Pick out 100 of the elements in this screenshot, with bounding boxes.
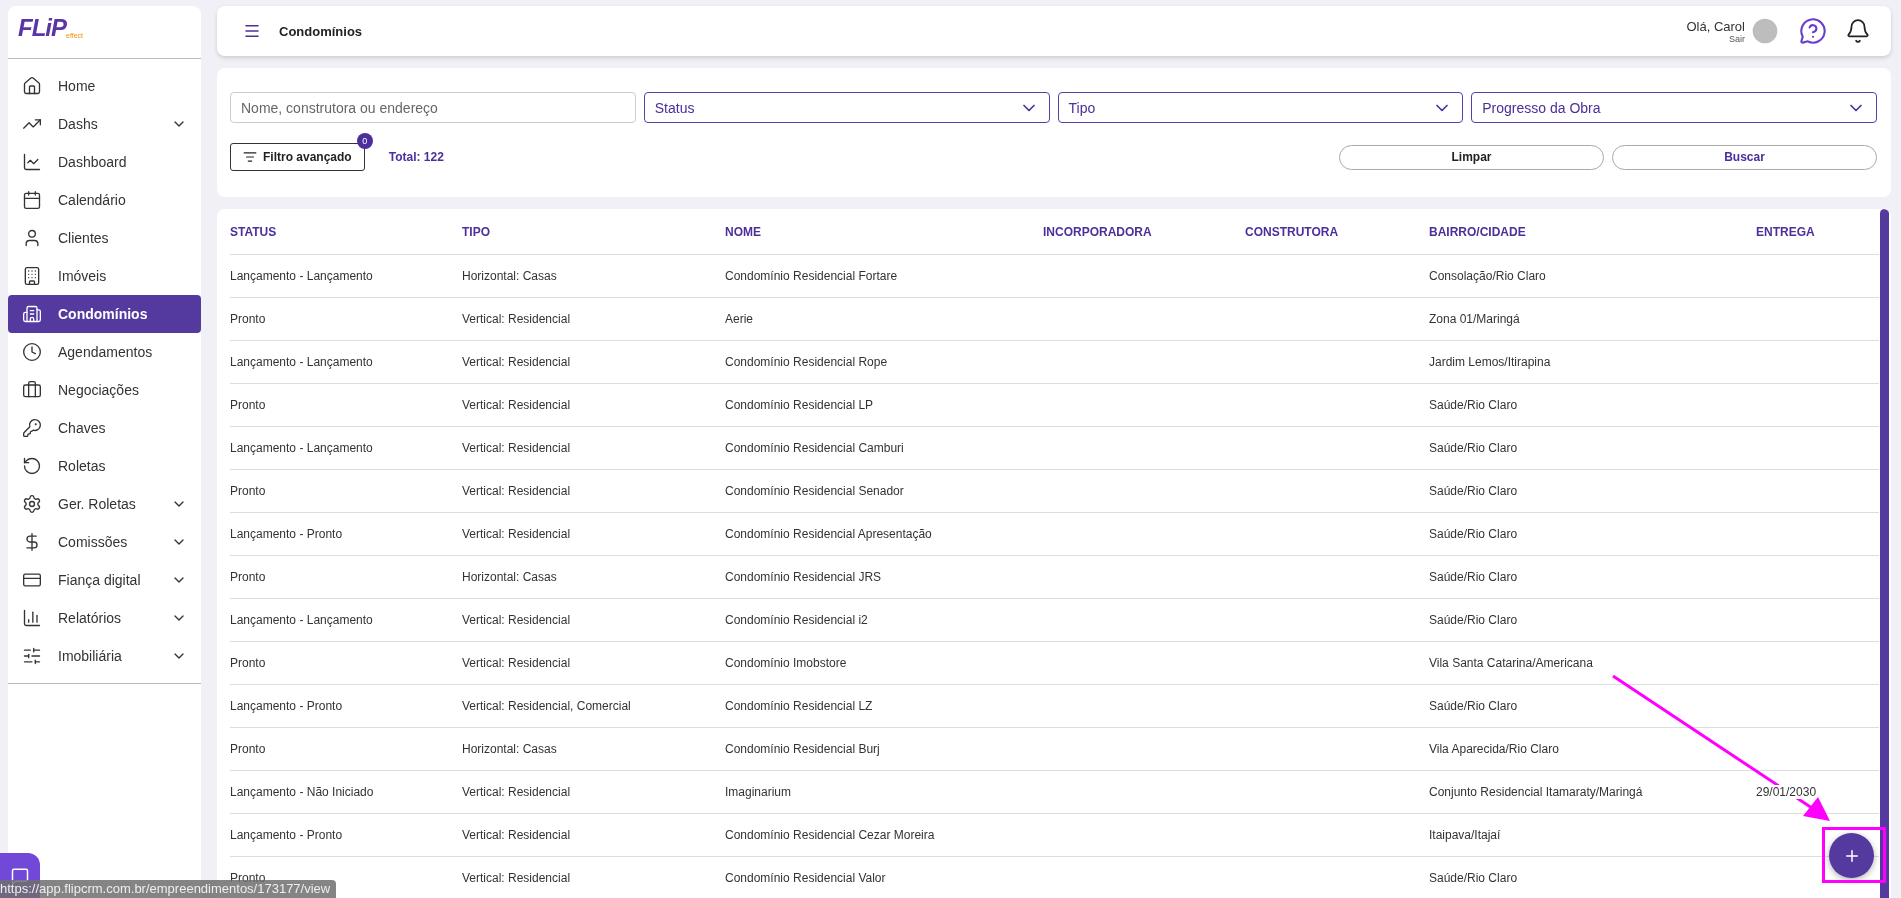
- logout-link[interactable]: Sair: [1729, 33, 1745, 44]
- table-cell: Horizontal: Casas: [462, 556, 725, 599]
- select-field[interactable]: Progresso da Obra: [1471, 92, 1877, 123]
- clear-button[interactable]: Limpar: [1339, 144, 1604, 170]
- table-cell: Pronto: [230, 470, 462, 513]
- line-chart-icon: [22, 152, 42, 172]
- table-cell: Condomínio Residencial i2: [725, 599, 1043, 642]
- sidebar-item[interactable]: Dashs: [8, 105, 201, 143]
- table-cell: Lançamento - Lançamento: [230, 341, 462, 384]
- sidebar-item[interactable]: Roletas: [8, 447, 201, 485]
- sidebar-item[interactable]: Fiança digital: [8, 561, 201, 599]
- table-cell: Saúde/Rio Claro: [1429, 384, 1756, 427]
- table-cell: Vertical: Residencial: [462, 384, 725, 427]
- select-field[interactable]: Tipo: [1057, 92, 1464, 123]
- search-button[interactable]: Buscar: [1612, 144, 1877, 170]
- column-header: BAIRRO/CIDADE: [1429, 209, 1756, 255]
- table-cell: Saúde/Rio Claro: [1429, 556, 1756, 599]
- table-cell: Condomínio Residencial LZ: [725, 685, 1043, 728]
- building-icon: [22, 304, 42, 324]
- house-icon: [22, 76, 42, 96]
- sidebar-item[interactable]: Calendário: [8, 181, 201, 219]
- table-cell: Vertical: Residencial: [462, 513, 725, 556]
- sidebar-item[interactable]: Condomínios: [8, 295, 201, 333]
- filter-icon: [243, 150, 257, 164]
- column-header: STATUS: [230, 209, 462, 255]
- sliders-icon: [22, 646, 42, 666]
- table-cell: Condomínio Residencial Camburi: [725, 427, 1043, 470]
- table-cell: Pronto: [230, 298, 462, 341]
- table-cell: Horizontal: Casas: [462, 728, 725, 771]
- table-cell: Condomínio Residencial LP: [725, 384, 1043, 427]
- table-cell: Vertical: Residencial: [462, 857, 725, 898]
- sidebar-item[interactable]: Relatórios: [8, 599, 201, 637]
- table-cell: Lançamento - Pronto: [230, 814, 462, 857]
- table-cell: Horizontal: Casas: [462, 255, 725, 298]
- table-cell: Consolação/Rio Claro: [1429, 255, 1756, 298]
- table-cell: Aerie: [725, 298, 1043, 341]
- table-cell: Vertical: Residencial: [462, 470, 725, 513]
- greeting: Olá, Carol: [1686, 18, 1745, 34]
- table-cell: Vertical: Residencial: [462, 341, 725, 384]
- page-title: Condomínios: [279, 23, 364, 39]
- clock-icon: [22, 342, 42, 362]
- sidebar-item[interactable]: Home: [8, 67, 201, 105]
- table-cell: Saúde/Rio Claro: [1429, 427, 1756, 470]
- scrollbar-thumb[interactable]: [1880, 209, 1889, 898]
- table-cell: Jardim Lemos/Itirapina: [1429, 341, 1756, 384]
- column-header: ENTREGA: [1756, 209, 1879, 255]
- table-cell: Vertical: Residencial: [462, 771, 725, 814]
- table-cell: Vertical: Residencial: [462, 642, 725, 685]
- table-cell: Itaipava/Itajaí: [1429, 814, 1756, 857]
- table-cell: Condomínio Residencial Fortare: [725, 255, 1043, 298]
- bar-chart-icon: [22, 608, 42, 628]
- table-cell: Lançamento - Lançamento: [230, 599, 462, 642]
- sidebar-item[interactable]: Agendamentos: [8, 333, 201, 371]
- sidebar-item[interactable]: Comissões: [8, 523, 201, 561]
- highlight-frame: [1822, 827, 1886, 883]
- table-cell: Lançamento - Não Iniciado: [230, 771, 462, 814]
- advanced-filter-button[interactable]: Filtro avançado: [230, 143, 365, 171]
- briefcase-icon: [22, 380, 42, 400]
- sidebar-item[interactable]: Chaves: [8, 409, 201, 447]
- column-header: INCORPORADORA: [1043, 209, 1245, 255]
- table-cell: Lançamento - Lançamento: [230, 255, 462, 298]
- menu-icon[interactable]: [243, 22, 261, 40]
- table-cell: Condomínio Residencial JRS: [725, 556, 1043, 599]
- table-cell: Saúde/Rio Claro: [1429, 685, 1756, 728]
- table-cell: Saúde/Rio Claro: [1429, 470, 1756, 513]
- table-cell: Pronto: [230, 556, 462, 599]
- rotate-icon: [22, 456, 42, 476]
- sidebar-item[interactable]: Dashboard: [8, 143, 201, 181]
- table-cell: Vertical: Residencial: [462, 427, 725, 470]
- key-icon: [22, 418, 42, 438]
- search-field[interactable]: Nome, construtora ou endereço: [230, 92, 636, 123]
- settings-icon: [22, 494, 42, 514]
- sidebar-item[interactable]: Imobiliária: [8, 637, 201, 675]
- table-cell: Pronto: [230, 384, 462, 427]
- column-header: TIPO: [462, 209, 725, 255]
- select-field[interactable]: Status: [643, 92, 1050, 123]
- add-button[interactable]: [1829, 833, 1874, 878]
- table-cell: Condomínio Residencial Cezar Moreira: [725, 814, 1043, 857]
- logo: FLiP: [18, 16, 66, 40]
- help-icon[interactable]: [1799, 17, 1827, 45]
- sidebar-item[interactable]: Imóveis: [8, 257, 201, 295]
- count-badge: 0: [356, 133, 373, 149]
- table-cell: Pronto: [230, 728, 462, 771]
- table-cell: Vertical: Residencial, Comercial: [462, 685, 725, 728]
- notification-icon[interactable]: [1845, 18, 1871, 44]
- table-cell: Vertical: Residencial: [462, 814, 725, 857]
- total-count: Total: 122: [388, 150, 445, 164]
- table-cell: Condomínio Residencial Senador: [725, 470, 1043, 513]
- sidebar-item[interactable]: Clientes: [8, 219, 201, 257]
- table-cell: Imaginarium: [725, 771, 1043, 814]
- table-cell: Condomínio Residencial Valor: [725, 857, 1043, 898]
- table-cell: Saúde/Rio Claro: [1429, 513, 1756, 556]
- sidebar-item[interactable]: Ger. Roletas: [8, 485, 201, 523]
- table-cell: Vila Santa Catarina/Americana: [1429, 642, 1756, 685]
- table-cell: Conjunto Residencial Itamaraty/Maringá: [1429, 771, 1756, 814]
- table-cell: Lançamento - Pronto: [230, 513, 462, 556]
- table-cell: Vertical: Residencial: [462, 599, 725, 642]
- sidebar-item[interactable]: Negociações: [8, 371, 201, 409]
- building-icon: [22, 266, 42, 286]
- table-cell: Pronto: [230, 642, 462, 685]
